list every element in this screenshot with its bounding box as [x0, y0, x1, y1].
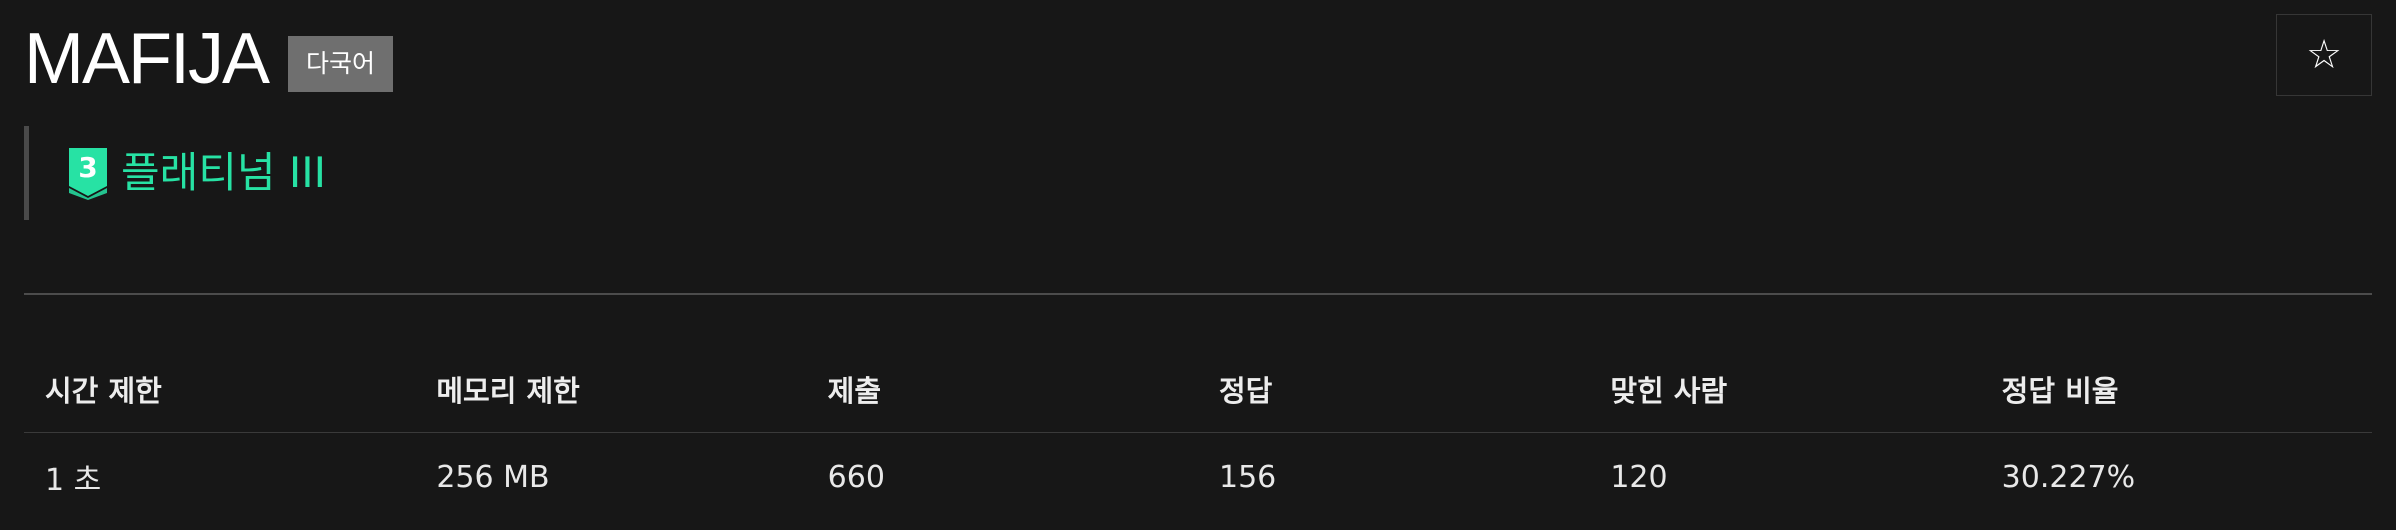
value-accept-ratio: 30.227% — [2001, 459, 2136, 495]
value-submissions[interactable]: 660 — [807, 433, 1198, 522]
tier-info: 3 플래티넘 III — [24, 126, 326, 220]
problem-title: MAFIJA — [24, 19, 270, 99]
header-accepted: 정답 — [1197, 346, 1590, 433]
section-divider — [24, 293, 2372, 295]
header-accept-ratio: 정답 비율 — [1980, 346, 2372, 433]
header-solvers: 맞힌 사람 — [1589, 346, 1981, 433]
header-memory-limit: 메모리 제한 — [415, 346, 807, 433]
star-icon: ☆ — [2306, 32, 2342, 78]
header-submissions: 제출 — [806, 346, 1198, 433]
value-accepted[interactable]: 156 — [1198, 433, 1589, 522]
value-time-limit: 1 초 — [45, 463, 102, 498]
language-badge[interactable]: 다국어 — [288, 36, 394, 92]
favorite-button[interactable]: ☆ — [2276, 14, 2372, 96]
header-time-limit: 시간 제한 — [24, 346, 416, 433]
value-memory-limit: 256 MB — [436, 459, 550, 495]
problem-stats-table: 시간 제한 메모리 제한 제출 정답 맞힌 사람 정답 비율 1 초 256 M… — [24, 346, 2372, 521]
tier-level-number: 3 — [78, 151, 97, 184]
problem-header: MAFIJA 다국어 — [24, 14, 394, 104]
stats-header-row: 시간 제한 메모리 제한 제출 정답 맞힌 사람 정답 비율 — [24, 346, 2372, 433]
platinum-tier-icon: 3 — [69, 148, 107, 200]
stats-value-row: 1 초 256 MB 660 156 120 30.227% — [24, 433, 2372, 522]
value-solvers[interactable]: 120 — [1589, 433, 1980, 522]
tier-label[interactable]: 플래티넘 III — [121, 152, 326, 194]
